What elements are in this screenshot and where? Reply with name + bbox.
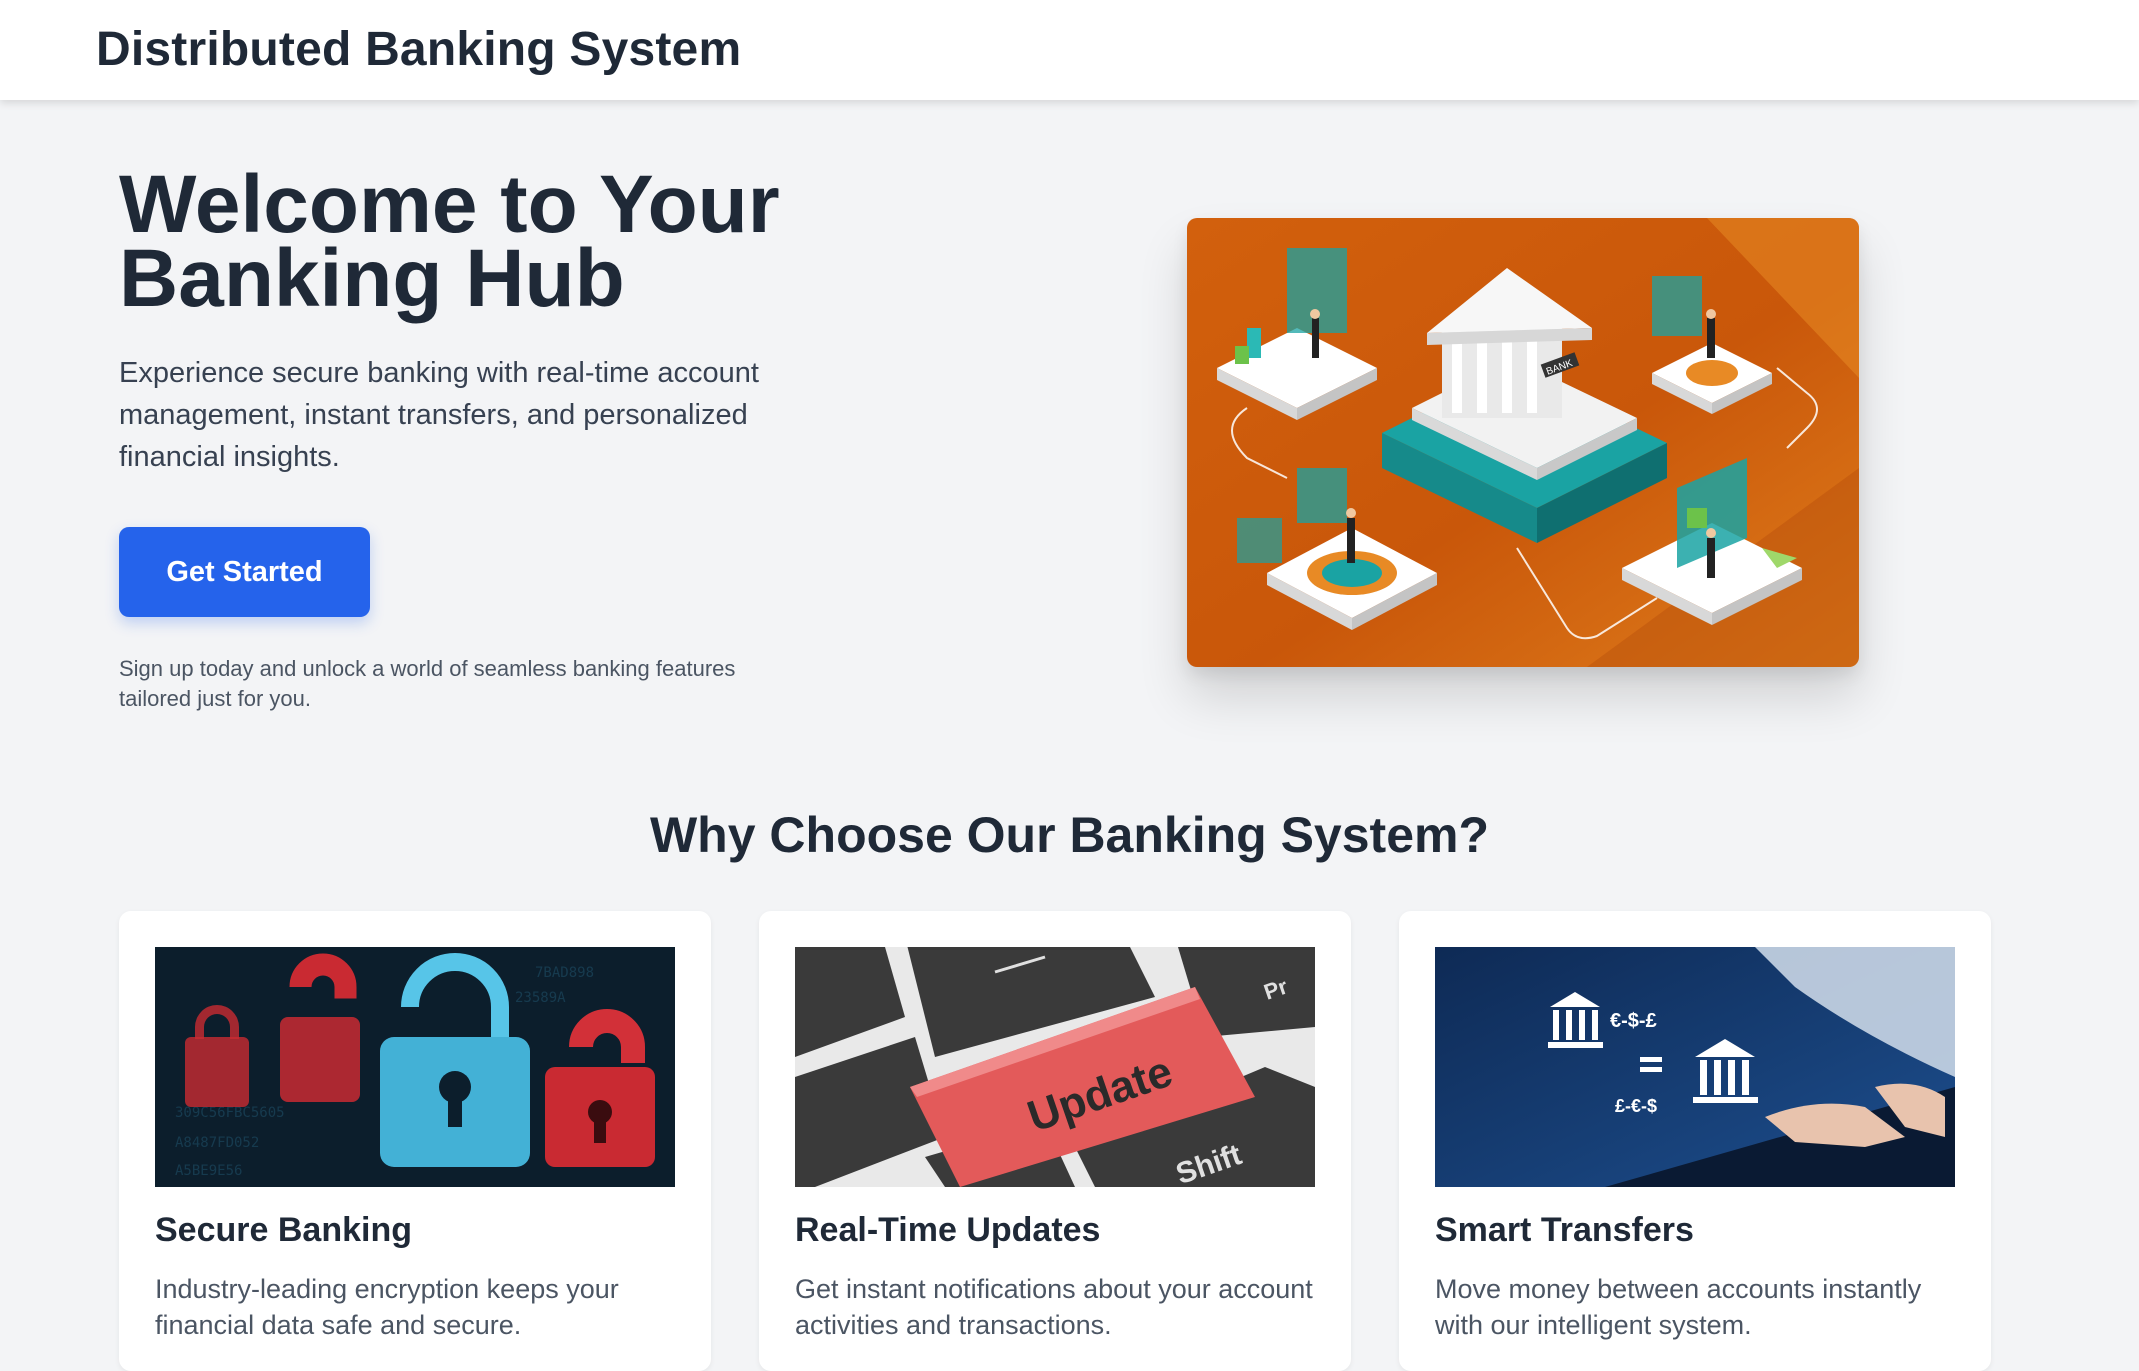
svg-text:A5BE9E56: A5BE9E56 — [175, 1163, 242, 1179]
hero-title-line2: Banking Hub — [119, 233, 625, 324]
isometric-bank-illustration: BANK — [1187, 218, 1859, 667]
svg-text:A8487FD052: A8487FD052 — [175, 1135, 259, 1151]
card-description: Industry-leading encryption keeps your f… — [155, 1274, 619, 1340]
feature-card-smart-transfers: €-$-£ £-€-$ Smart Transfers Move money b… — [1399, 911, 1991, 1371]
currency-top-label: €-$-£ — [1610, 1010, 1657, 1032]
card-title: Secure Banking — [155, 1211, 412, 1249]
currency-bottom-label: £-€-$ — [1615, 1096, 1657, 1116]
card-title: Smart Transfers — [1435, 1211, 1694, 1249]
update-key-image: Update Shift Pr — [795, 947, 1315, 1187]
features-heading: Why Choose Our Banking System? — [649, 807, 1489, 863]
card-description: Move money between accounts instantly wi… — [1435, 1274, 1922, 1340]
padlock-icon: 7BAD898 23589A 309C56FBC5605 A8487FD052 … — [155, 947, 675, 1187]
money-transfer-icon: €-$-£ £-€-$ — [1435, 947, 1955, 1187]
brand-title[interactable]: Distributed Banking System — [96, 22, 741, 77]
card-title: Real-Time Updates — [795, 1211, 1101, 1249]
hero-description: Experience secure banking with real-time… — [119, 357, 759, 473]
padlock-image: 7BAD898 23589A 309C56FBC5605 A8487FD052 … — [155, 947, 675, 1187]
cta-note: Sign up today and unlock a world of seam… — [119, 656, 736, 711]
feature-card-secure-banking: 7BAD898 23589A 309C56FBC5605 A8487FD052 … — [119, 911, 711, 1371]
banking-hub-illustration: BANK — [1187, 218, 1859, 667]
keyboard-update-icon: Update Shift Pr — [795, 947, 1315, 1187]
card-description: Get instant notifications about your acc… — [795, 1274, 1313, 1340]
transfer-image: €-$-£ £-€-$ — [1435, 947, 1955, 1187]
feature-card-real-time-updates: Update Shift Pr Real-Time Updates Get in… — [759, 911, 1351, 1371]
svg-text:23589A: 23589A — [515, 990, 566, 1006]
hero-title: Welcome to Your Banking Hub — [119, 164, 879, 320]
svg-text:7BAD898: 7BAD898 — [535, 965, 594, 981]
top-navbar: Distributed Banking System — [0, 0, 2139, 100]
get-started-button[interactable]: Get Started — [119, 527, 370, 617]
svg-text:309C56FBC5605: 309C56FBC5605 — [175, 1105, 285, 1121]
